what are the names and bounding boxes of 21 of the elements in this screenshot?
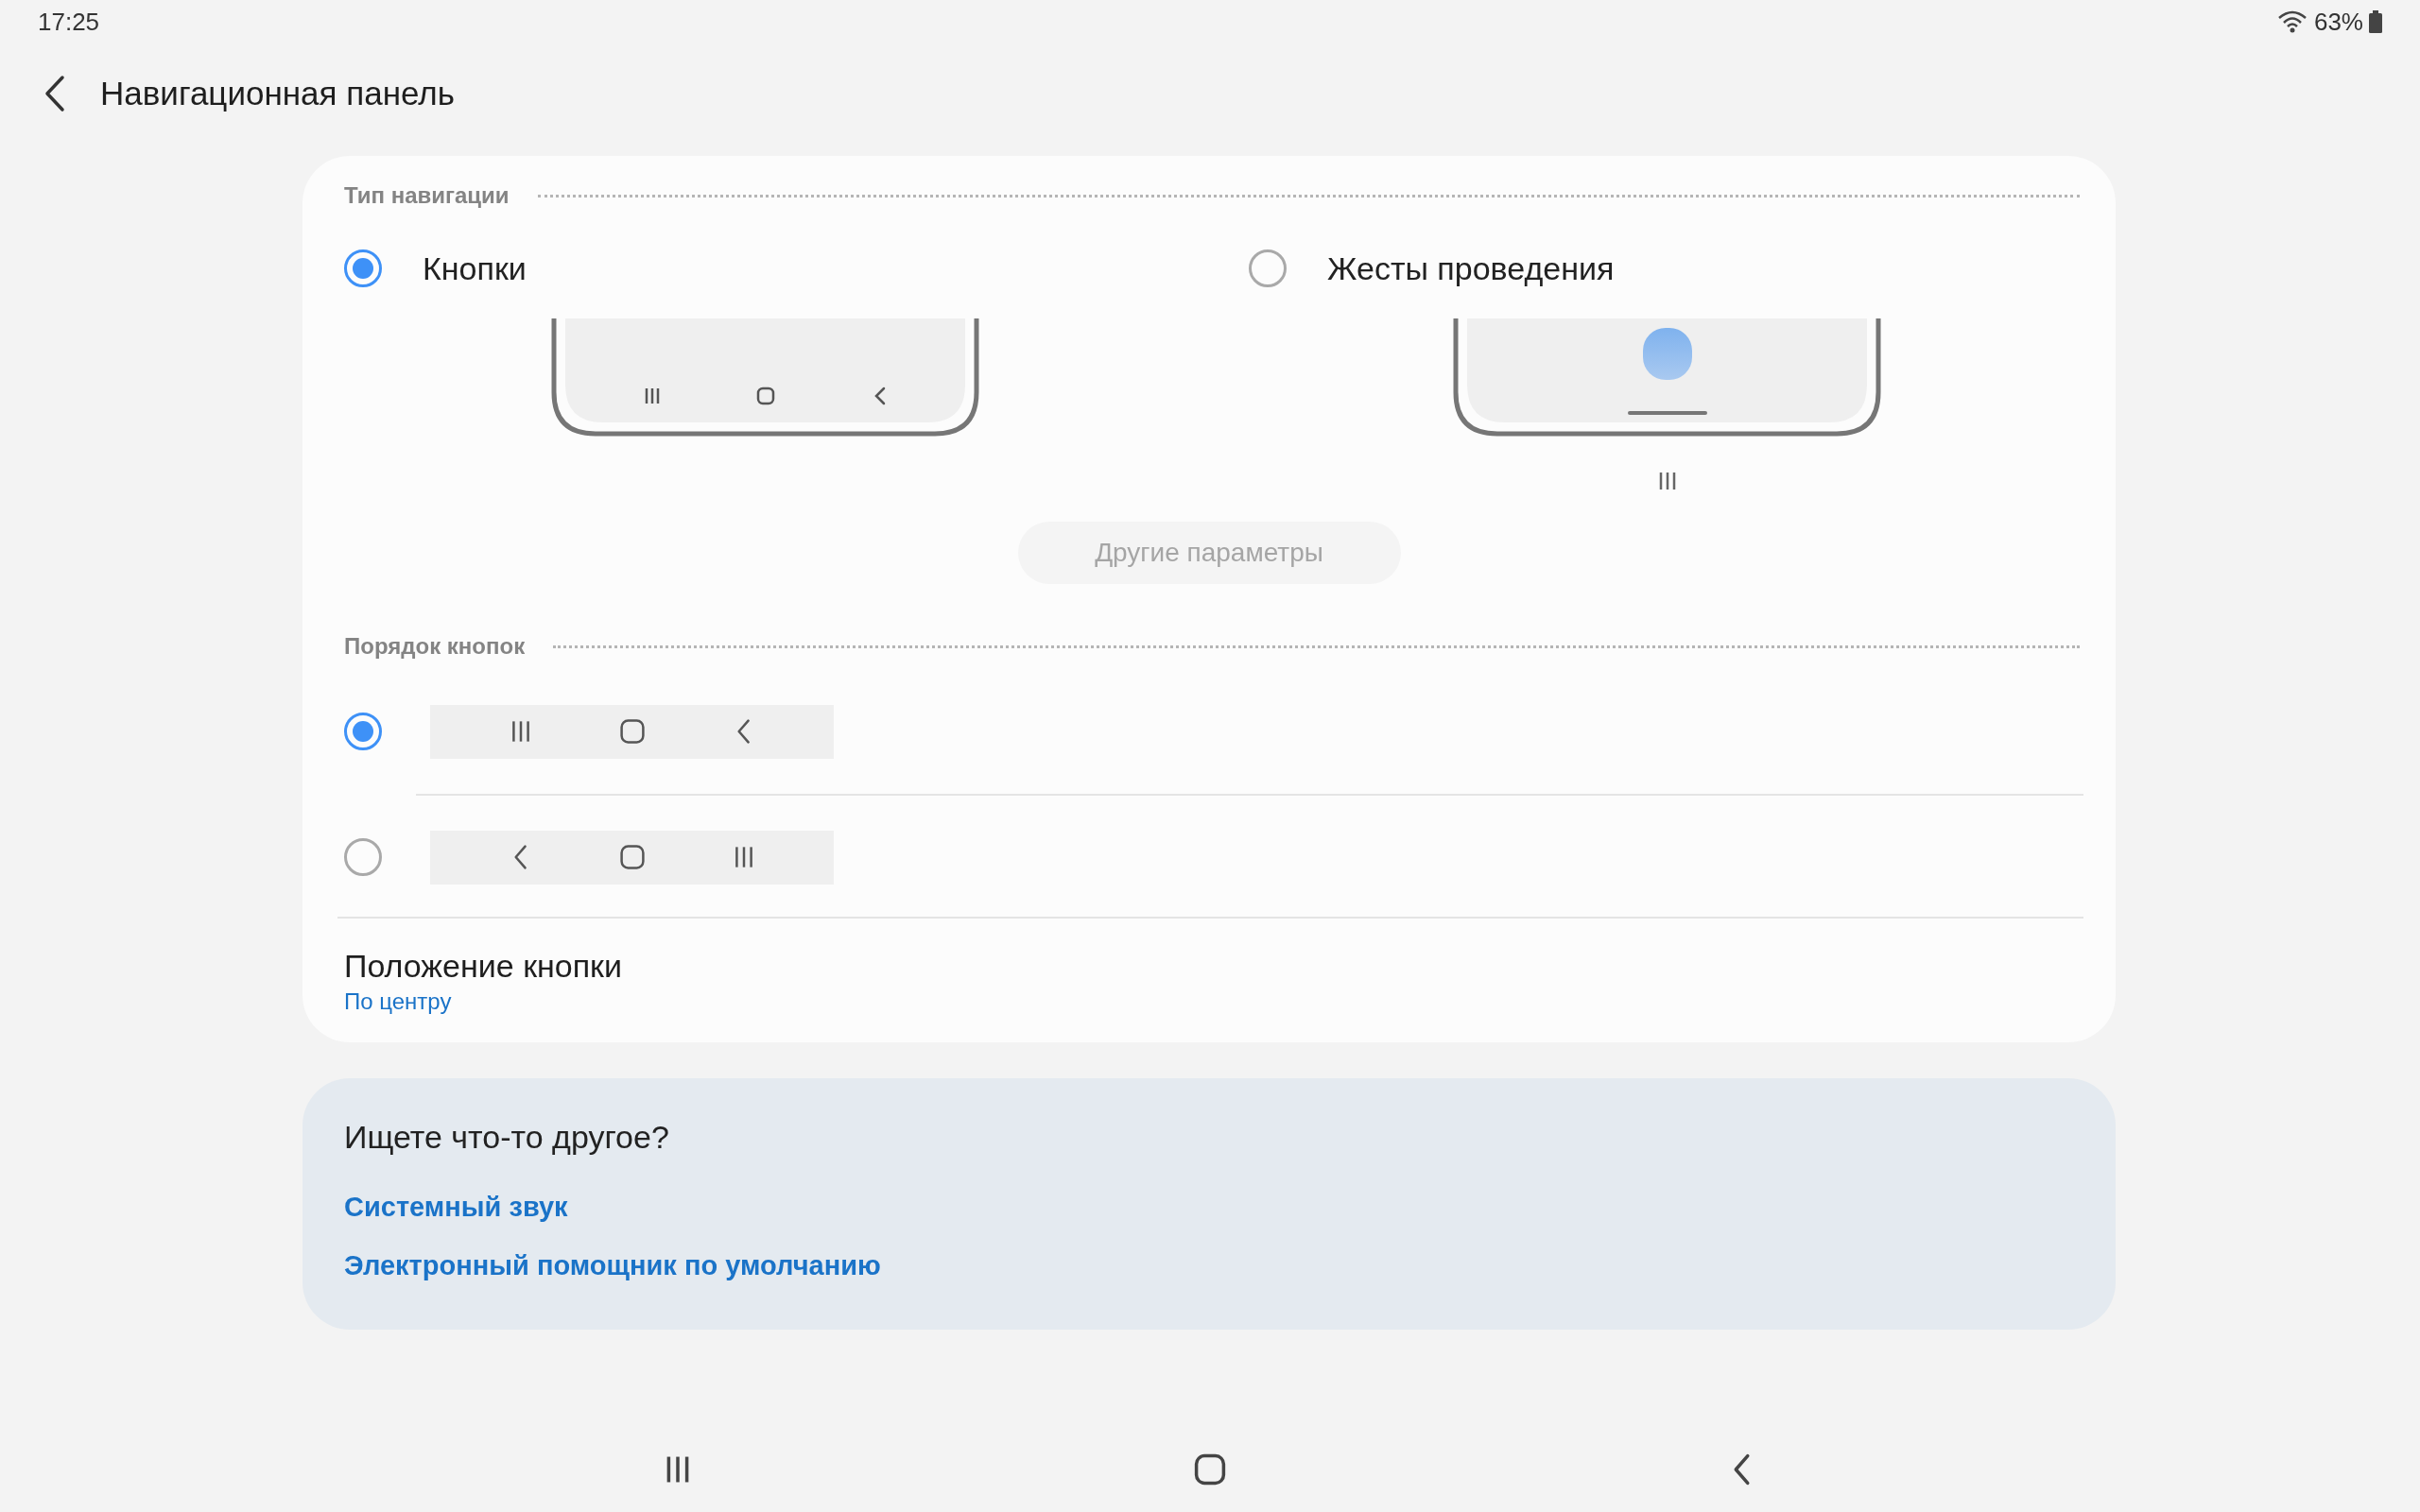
section-heading: Порядок кнопок <box>344 632 526 661</box>
page-title: Навигационная панель <box>100 73 455 113</box>
setting-title: Положение кнопки <box>344 947 623 986</box>
back-icon <box>43 75 66 112</box>
radio-option[interactable] <box>344 830 834 885</box>
suggestion-link[interactable]: Электронный помощник по умолчанию <box>344 1247 881 1283</box>
radio-option[interactable]: Кнопки <box>344 245 1209 292</box>
radio-option[interactable] <box>344 704 834 759</box>
setting-value: По центру <box>344 988 453 1016</box>
radio-option[interactable]: Жесты проведения <box>1249 245 2116 292</box>
radio-button[interactable] <box>344 713 382 750</box>
battery-icon <box>2369 10 2382 33</box>
battery-percent: 63% <box>2313 6 2363 38</box>
button-position-item[interactable]: Положение кнопки По центру <box>344 919 2116 1017</box>
radio-button[interactable] <box>344 838 382 876</box>
section-heading: Тип навигации <box>344 181 510 210</box>
radio-button[interactable] <box>344 249 382 287</box>
clock-time: 17:25 <box>38 6 100 38</box>
suggestions-title: Ищете что-то другое? <box>344 1118 670 1157</box>
suggestion-link[interactable]: Системный звук <box>344 1189 568 1225</box>
radio-button[interactable] <box>1249 249 1287 287</box>
